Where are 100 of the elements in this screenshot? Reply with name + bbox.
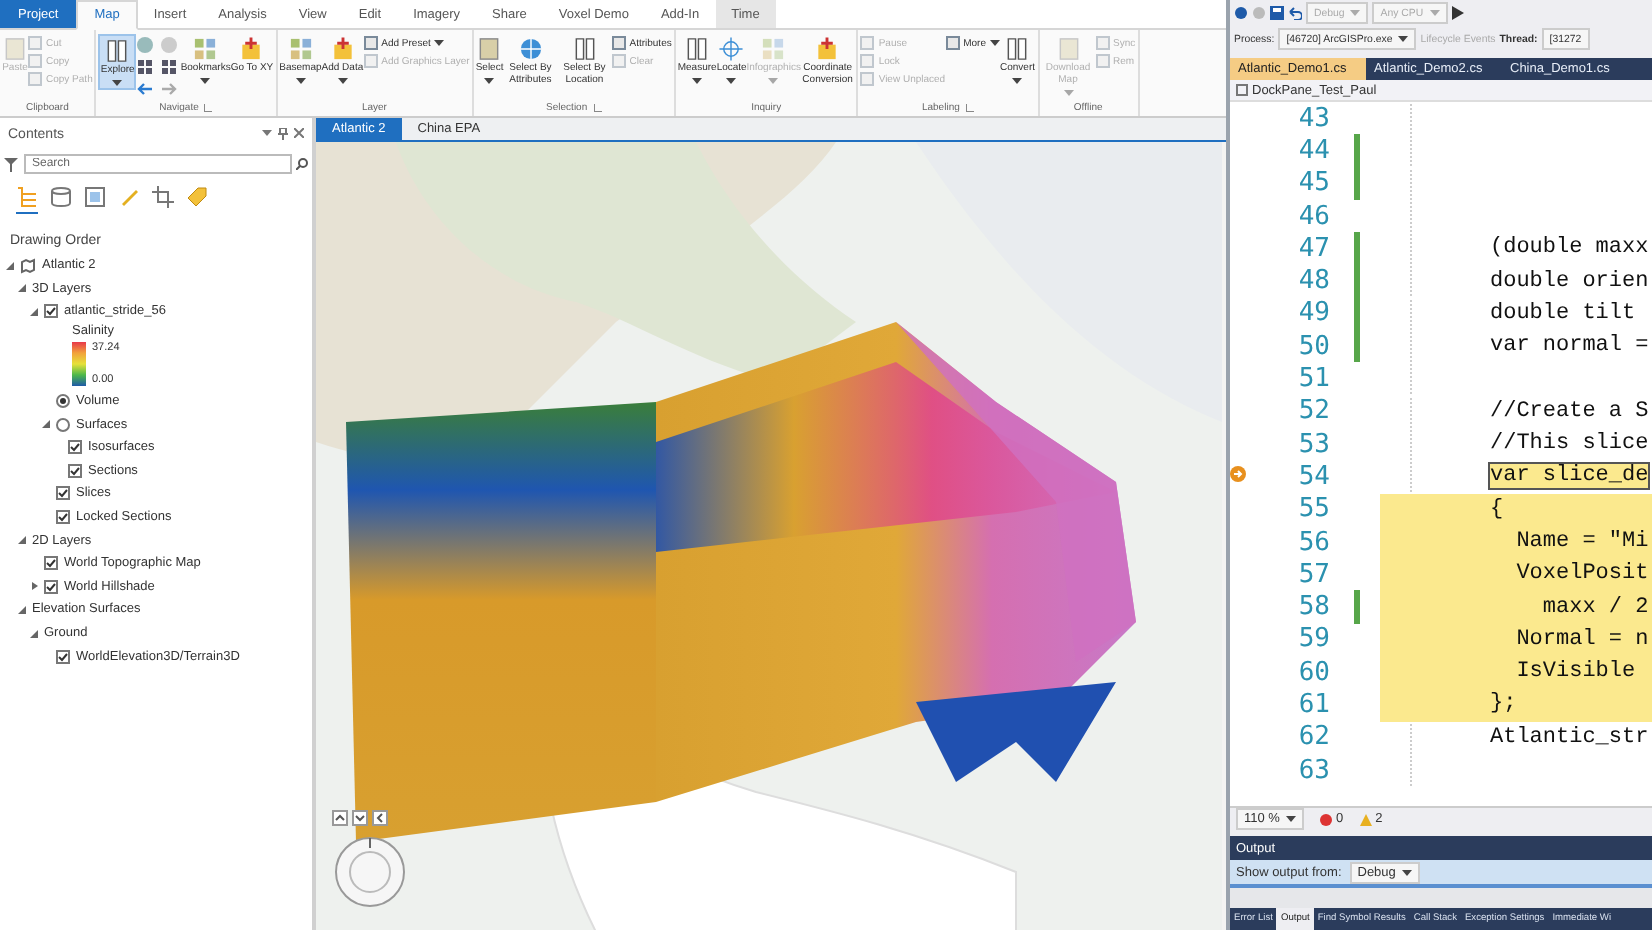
line-number: 49 — [1296, 298, 1330, 329]
checkbox[interactable] — [68, 463, 82, 478]
line-number: 44 — [1296, 135, 1330, 166]
caret-icon — [484, 77, 495, 84]
tool-icon — [760, 36, 787, 62]
tool-icon — [814, 36, 841, 62]
tool-icon — [571, 36, 598, 62]
map-icon — [20, 257, 36, 274]
back-arrow-icon[interactable] — [136, 80, 155, 98]
line-number: 57 — [1296, 559, 1330, 590]
pin-icon[interactable] — [278, 128, 288, 140]
collapse-arrow-icon[interactable] — [41, 420, 49, 429]
grid-icon[interactable] — [136, 58, 155, 76]
code-line: maxx / 2 — [1540, 595, 1649, 620]
undo-icon[interactable] — [1288, 6, 1302, 20]
line-number: 48 — [1296, 266, 1330, 297]
caret-icon — [1285, 816, 1296, 822]
line-number: 62 — [1296, 722, 1330, 753]
radio-button[interactable] — [56, 394, 70, 409]
line-number: 46 — [1296, 201, 1330, 232]
tool-icon — [945, 36, 960, 50]
warning-icon — [1359, 813, 1372, 825]
code-line: var normal = — [1490, 334, 1649, 359]
line-number: 53 — [1296, 429, 1330, 460]
checkbox[interactable] — [56, 649, 70, 664]
checkbox[interactable] — [44, 579, 58, 594]
code-line: Normal = n — [1514, 627, 1649, 652]
collapse-arrow-icon[interactable] — [29, 629, 37, 638]
line-number: 63 — [1296, 755, 1330, 786]
caret-icon — [200, 77, 211, 84]
tool-icon — [329, 36, 356, 62]
code-line: { — [1490, 497, 1504, 522]
line-number: 45 — [1296, 168, 1330, 199]
caret-icon — [1012, 77, 1023, 84]
line-number: 56 — [1296, 527, 1330, 557]
filter-icon[interactable] — [4, 157, 18, 171]
line-number: 47 — [1296, 233, 1330, 264]
caret-icon — [1401, 869, 1412, 875]
tool-icon — [718, 36, 745, 62]
caret-icon — [1350, 10, 1361, 16]
line-number: 61 — [1296, 689, 1330, 720]
caret-icon — [1429, 10, 1440, 16]
line-number: 50 — [1296, 331, 1330, 362]
back-icon[interactable] — [1234, 6, 1248, 20]
class-icon — [1236, 84, 1248, 96]
close-icon[interactable] — [294, 128, 304, 138]
line-number: 54 — [1296, 461, 1330, 492]
zoom-button-icon[interactable] — [332, 810, 348, 826]
zoom-button-icon[interactable] — [372, 810, 388, 826]
tool-icon — [684, 36, 711, 62]
line-number: 59 — [1296, 624, 1330, 655]
list-icon[interactable] — [16, 186, 38, 214]
code-line: }; — [1490, 692, 1517, 717]
radio-button[interactable] — [56, 417, 70, 432]
collapse-arrow-icon[interactable] — [17, 605, 25, 614]
tool-icon — [476, 36, 503, 62]
launcher-icon[interactable] — [204, 104, 213, 112]
grid-icon[interactable] — [160, 58, 179, 76]
search-icon[interactable] — [296, 158, 308, 170]
caret-icon — [990, 40, 1000, 46]
collapse-arrow-icon[interactable] — [17, 284, 25, 293]
checkbox[interactable] — [68, 440, 82, 455]
tool-icon — [1055, 36, 1082, 62]
code-line: double tilt — [1490, 301, 1636, 326]
line-number: 43 — [1296, 103, 1330, 134]
color-ramp — [72, 341, 86, 386]
checkbox[interactable] — [56, 486, 70, 501]
line-number: 52 — [1296, 396, 1330, 427]
launcher-icon[interactable] — [593, 104, 602, 112]
tool-icon — [287, 36, 314, 62]
error-icon — [1319, 813, 1332, 825]
tool-icon — [238, 36, 265, 62]
code-line: (double maxx — [1490, 236, 1649, 261]
collapse-arrow-icon[interactable] — [5, 261, 13, 270]
caret-icon[interactable] — [262, 128, 272, 138]
expand-arrow-icon[interactable] — [29, 582, 37, 591]
caret-icon — [295, 77, 306, 84]
collapse-arrow-icon[interactable] — [29, 307, 37, 316]
map-drawing[interactable] — [316, 142, 1222, 930]
code-line: double orien — [1490, 269, 1649, 294]
line-number: 58 — [1296, 592, 1330, 623]
tool-icon — [1004, 36, 1031, 62]
line-number: 60 — [1296, 657, 1330, 688]
checkbox[interactable] — [44, 556, 58, 571]
tool-icon — [517, 36, 544, 62]
tool-icon — [192, 36, 219, 62]
code-line: Name = "Mi — [1514, 530, 1649, 554]
caret-icon — [1398, 36, 1409, 42]
code-line: //This slice — [1490, 432, 1649, 457]
crop-icon[interactable] — [152, 186, 174, 214]
collapse-arrow-icon[interactable] — [17, 536, 25, 545]
line-number: 51 — [1296, 364, 1330, 395]
caret-icon — [726, 77, 737, 84]
checkbox[interactable] — [44, 304, 58, 319]
code-line: //Create a S — [1490, 399, 1649, 424]
zoom-button-icon[interactable] — [352, 810, 368, 826]
launcher-icon[interactable] — [965, 104, 974, 112]
caret-icon — [768, 77, 779, 84]
save-icon[interactable] — [1270, 6, 1284, 20]
checkbox[interactable] — [56, 510, 70, 525]
